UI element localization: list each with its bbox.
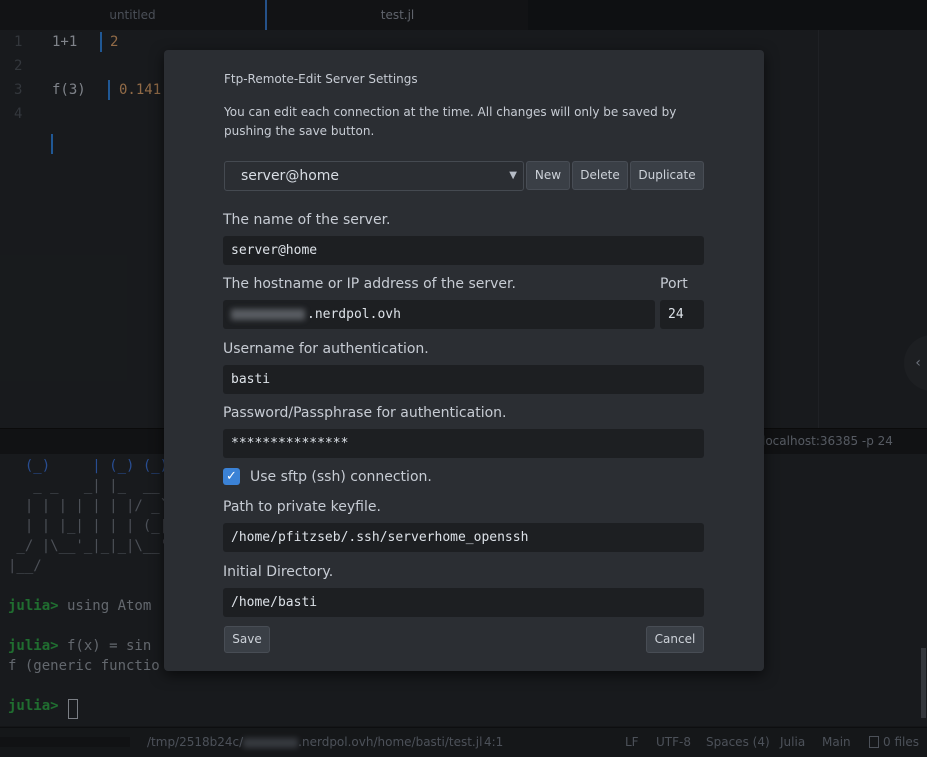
cancel-button[interactable]: Cancel bbox=[646, 626, 704, 653]
username-field[interactable]: basti bbox=[223, 365, 704, 394]
hostname-field[interactable]: .nerdpol.ovh bbox=[223, 300, 655, 329]
save-button[interactable]: Save bbox=[224, 626, 270, 653]
username-label: Username for authentication. bbox=[223, 341, 429, 357]
hostname-label: The hostname or IP address of the server… bbox=[223, 276, 516, 292]
initial-directory-field[interactable]: /home/basti bbox=[223, 588, 704, 617]
keyfile-field[interactable]: /home/pfitzseb/.ssh/serverhome_openssh bbox=[223, 523, 704, 552]
keyfile-label: Path to private keyfile. bbox=[223, 499, 381, 515]
server-settings-dialog: Ftp-Remote-Edit Server Settings You can … bbox=[164, 50, 764, 671]
server-select[interactable]: server@home ▼ bbox=[224, 161, 524, 191]
sftp-checkbox[interactable]: ✓ bbox=[223, 468, 240, 485]
initial-directory-label: Initial Directory. bbox=[223, 564, 334, 580]
delete-server-button[interactable]: Delete bbox=[572, 161, 628, 190]
port-label: Port bbox=[660, 276, 688, 292]
duplicate-server-button[interactable]: Duplicate bbox=[630, 161, 704, 190]
dialog-title: Ftp-Remote-Edit Server Settings bbox=[224, 72, 418, 86]
port-field[interactable]: 24 bbox=[660, 300, 704, 329]
new-server-button[interactable]: New bbox=[526, 161, 570, 190]
dialog-description: You can edit each connection at the time… bbox=[224, 105, 677, 138]
password-label: Password/Passphrase for authentication. bbox=[223, 405, 507, 421]
password-field[interactable]: *************** bbox=[223, 429, 704, 458]
server-name-field[interactable]: server@home bbox=[223, 236, 704, 265]
chevron-down-icon: ▼ bbox=[509, 170, 517, 181]
server-name-label: The name of the server. bbox=[223, 212, 391, 228]
sftp-checkbox-label[interactable]: Use sftp (ssh) connection. bbox=[250, 469, 432, 485]
